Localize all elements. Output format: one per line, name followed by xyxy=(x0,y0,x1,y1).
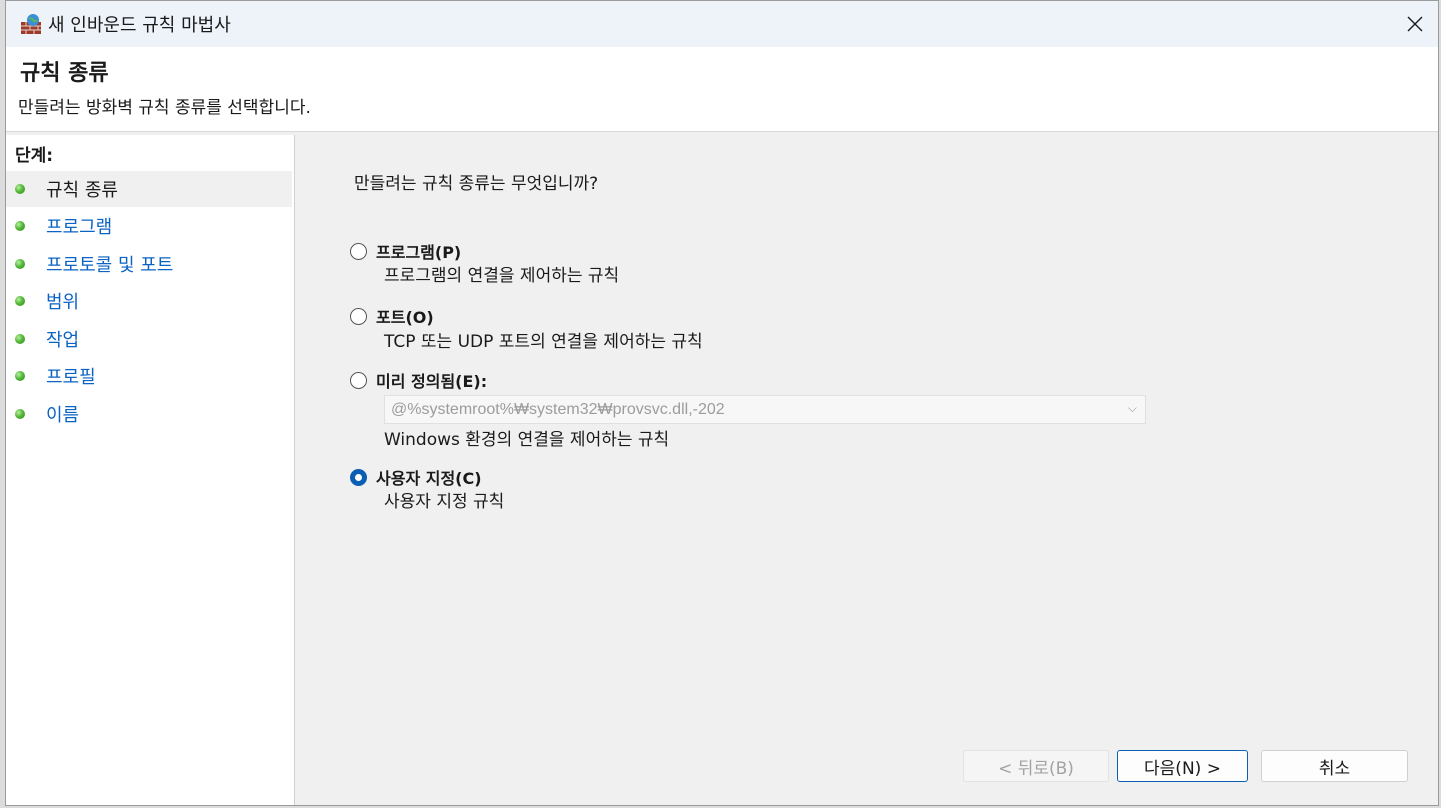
page-title: 규칙 종류 xyxy=(20,61,109,86)
step-label: 프로그램 xyxy=(46,217,113,238)
step-name[interactable]: 이름 xyxy=(6,396,292,432)
status-dot-icon xyxy=(15,409,25,419)
close-icon xyxy=(1407,16,1423,32)
page-description: 만들려는 방화벽 규칙 종류를 선택합니다. xyxy=(18,98,311,118)
step-label: 작업 xyxy=(46,330,80,351)
step-protocol-port[interactable]: 프로토콜 및 포트 xyxy=(6,246,292,282)
option-description: Windows 환경의 연결을 제어하는 규칙 xyxy=(384,430,670,450)
radio-custom[interactable]: 사용자 지정(C) xyxy=(350,465,482,489)
steps-panel: 단계: 규칙 종류 프로그램 프로토콜 및 포트 범위 작업 프로필 이름 xyxy=(6,135,295,805)
close-button[interactable] xyxy=(1392,1,1438,47)
step-scope[interactable]: 범위 xyxy=(6,283,292,319)
step-action[interactable]: 작업 xyxy=(6,321,292,357)
radio-button-checked[interactable] xyxy=(350,468,367,486)
radio-button[interactable] xyxy=(350,242,367,260)
step-label: 프로필 xyxy=(46,367,96,388)
option-label: 포트(O) xyxy=(376,308,434,327)
step-rule-type[interactable]: 규칙 종류 xyxy=(6,171,292,207)
step-profile[interactable]: 프로필 xyxy=(6,358,292,394)
status-dot-icon xyxy=(15,371,25,381)
status-dot-icon xyxy=(15,296,25,306)
step-label: 범위 xyxy=(46,292,80,313)
status-dot-icon xyxy=(15,334,25,344)
title-bar: 새 인바운드 규칙 마법사 xyxy=(6,1,1438,47)
option-label: 미리 정의됨(E): xyxy=(376,372,488,391)
step-label: 이름 xyxy=(46,405,80,426)
next-button[interactable]: 다음(N) > xyxy=(1117,750,1248,782)
step-program[interactable]: 프로그램 xyxy=(6,208,292,244)
step-label: 규칙 종류 xyxy=(46,180,118,201)
content-area: 만들려는 규칙 종류는 무엇입니까? 프로그램(P) 프로그램의 연결을 제어하… xyxy=(296,135,1438,805)
steps-heading: 단계: xyxy=(15,146,54,166)
firewall-icon xyxy=(21,14,41,34)
chevron-down-icon: ⌵ xyxy=(1127,401,1137,415)
wizard-window: 새 인바운드 규칙 마법사 규칙 종류 만들려는 방화벽 규칙 종류를 선택합니… xyxy=(5,0,1439,806)
cancel-button[interactable]: 취소 xyxy=(1261,750,1408,782)
step-label: 프로토콜 및 포트 xyxy=(46,255,174,276)
option-description: 프로그램의 연결을 제어하는 규칙 xyxy=(384,266,620,286)
back-button[interactable]: < 뒤로(B) xyxy=(963,750,1109,782)
radio-port[interactable]: 포트(O) xyxy=(350,304,434,328)
option-label: 사용자 지정(C) xyxy=(376,469,482,488)
question-text: 만들려는 규칙 종류는 무엇입니까? xyxy=(354,174,599,194)
status-dot-icon xyxy=(15,259,25,269)
status-dot-icon xyxy=(15,221,25,231)
wizard-header: 규칙 종류 만들려는 방화벽 규칙 종류를 선택합니다. xyxy=(6,47,1438,132)
radio-button[interactable] xyxy=(350,307,367,325)
status-dot-icon xyxy=(15,184,25,194)
option-label: 프로그램(P) xyxy=(376,243,462,262)
predefined-rule-select[interactable]: @%systemroot%₩system32₩provsvc.dll,-202 … xyxy=(384,395,1146,424)
select-value: @%systemroot%₩system32₩provsvc.dll,-202 xyxy=(391,400,725,418)
radio-program[interactable]: 프로그램(P) xyxy=(350,239,461,263)
radio-predefined[interactable]: 미리 정의됨(E): xyxy=(350,368,487,392)
option-description: 사용자 지정 규칙 xyxy=(384,492,505,512)
option-description: TCP 또는 UDP 포트의 연결을 제어하는 규칙 xyxy=(384,332,703,352)
radio-button[interactable] xyxy=(350,371,367,389)
window-title: 새 인바운드 규칙 마법사 xyxy=(48,15,231,36)
